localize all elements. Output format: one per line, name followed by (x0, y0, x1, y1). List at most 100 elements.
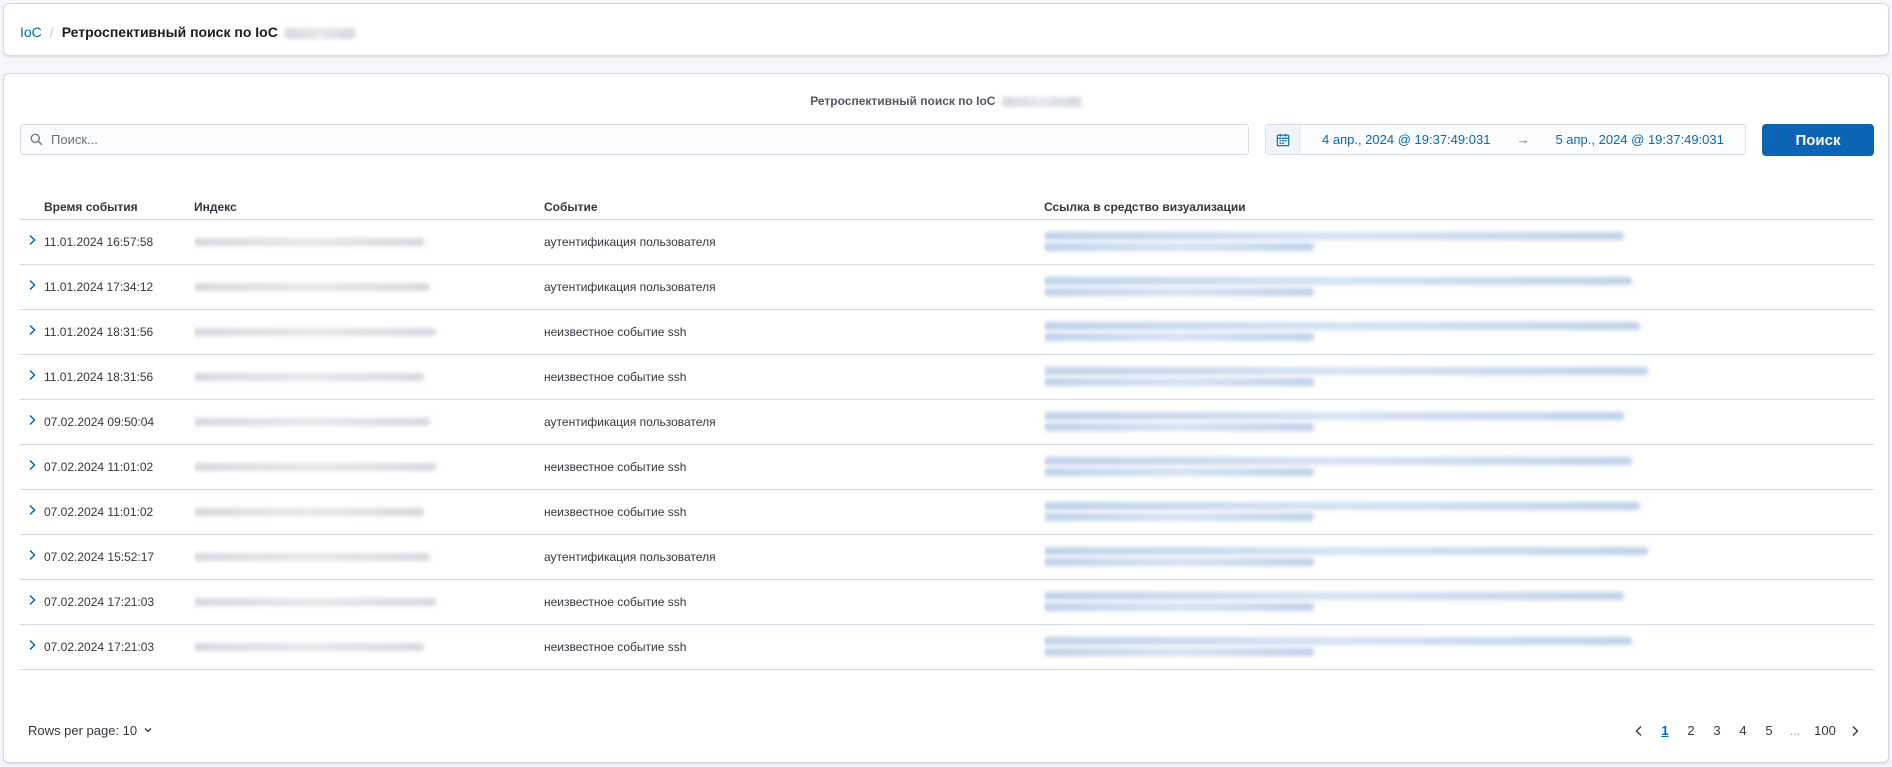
redacted-link-line (1044, 232, 1624, 240)
visualization-link[interactable] (1044, 624, 1874, 670)
event-name: аутентификация пользователя (544, 534, 1044, 580)
redacted-link-line (1044, 558, 1314, 566)
table-row[interactable]: 07.02.2024 15:52:17 аутентификация пользо… (20, 534, 1874, 580)
header-panel: IoC / Ретроспективный поиск по IoC (3, 3, 1889, 56)
expand-cell (20, 444, 44, 490)
table-row[interactable]: 07.02.2024 17:21:03 неизвестное событие s… (20, 624, 1874, 670)
chevron-left-icon[interactable] (1626, 725, 1652, 737)
chevron-right-icon[interactable] (28, 594, 36, 606)
page-title-label: Ретроспективный поиск по IoC (810, 94, 996, 108)
event-time: 07.02.2024 11:01:02 (44, 444, 194, 490)
redacted-link-line (1044, 367, 1648, 375)
expand-cell (20, 399, 44, 445)
visualization-link[interactable] (1044, 264, 1874, 310)
expand-cell (20, 354, 44, 400)
page-button[interactable]: 4 (1730, 721, 1756, 740)
page-button[interactable]: 100 (1808, 721, 1842, 740)
visualization-link[interactable] (1044, 579, 1874, 625)
table-body: 11.01.2024 16:57:58 аутентификация пользо… (20, 219, 1874, 670)
visualization-link[interactable] (1044, 399, 1874, 445)
pagination: 1 2 3 4 5... 100 (1626, 721, 1868, 740)
event-time: 07.02.2024 11:01:02 (44, 489, 194, 535)
visualization-link[interactable] (1044, 219, 1874, 265)
calendar-icon[interactable] (1266, 125, 1300, 154)
expand-cell (20, 489, 44, 535)
table-row[interactable]: 11.01.2024 16:57:58 аутентификация пользо… (20, 219, 1874, 265)
visualization-link[interactable] (1044, 489, 1874, 535)
redacted-link-line (1044, 423, 1314, 431)
event-name: аутентификация пользователя (544, 264, 1044, 310)
column-header-link[interactable]: Ссылка в средство визуализации (1044, 186, 1874, 220)
redacted-link-line (1044, 637, 1632, 645)
page-button[interactable]: 5 (1756, 721, 1782, 740)
expand-cell (20, 219, 44, 265)
table-row[interactable]: 11.01.2024 18:31:56 неизвестное событие s… (20, 309, 1874, 355)
page-button[interactable]: 2 (1678, 721, 1704, 740)
event-time: 07.02.2024 17:21:03 (44, 624, 194, 670)
rows-per-page-label: Rows per page: 10 (28, 723, 138, 738)
visualization-link[interactable] (1044, 309, 1874, 355)
event-name: неизвестное событие ssh (544, 309, 1044, 355)
table-row[interactable]: 11.01.2024 17:34:12 аутентификация пользо… (20, 264, 1874, 310)
redacted-link-line (1044, 277, 1632, 285)
rows-per-page-selector[interactable]: Rows per page: 10 (28, 723, 153, 738)
event-name: неизвестное событие ssh (544, 579, 1044, 625)
breadcrumb-current-label: Ретроспективный поиск по IoC (61, 24, 278, 40)
redacted-index (194, 598, 436, 607)
index-cell (194, 444, 544, 490)
page-button[interactable]: 1 (1652, 721, 1678, 740)
chevron-right-icon[interactable] (28, 639, 36, 651)
redacted-link-line (1044, 603, 1314, 611)
table-row[interactable]: 07.02.2024 11:01:02 неизвестное событие s… (20, 444, 1874, 490)
column-header-time[interactable]: Время события (44, 186, 194, 220)
visualization-link[interactable] (1044, 534, 1874, 580)
date-start[interactable]: 4 апр., 2024 @ 19:37:49:031 (1302, 132, 1510, 147)
search-button[interactable]: Поиск (1762, 124, 1874, 156)
redacted-link-line (1044, 288, 1314, 296)
events-table: Время события Индекс Событие Ссылка в ср… (20, 186, 1874, 670)
breadcrumb-ioc-link[interactable]: IoC (20, 24, 42, 40)
chevron-right-icon[interactable] (28, 414, 36, 426)
table-row[interactable]: 07.02.2024 11:01:02 неизвестное событие s… (20, 489, 1874, 535)
visualization-link[interactable] (1044, 354, 1874, 400)
index-cell (194, 579, 544, 625)
index-cell (194, 309, 544, 355)
table-row[interactable]: 07.02.2024 17:21:03 неизвестное событие s… (20, 579, 1874, 625)
redacted-index (194, 463, 436, 472)
redacted-link-line (1044, 378, 1314, 386)
event-time: 11.01.2024 18:31:56 (44, 309, 194, 355)
chevron-down-icon (143, 723, 153, 738)
visualization-link[interactable] (1044, 444, 1874, 490)
column-header-index[interactable]: Индекс (194, 186, 544, 220)
breadcrumb: IoC / Ретроспективный поиск по IoC (20, 24, 355, 40)
chevron-right-icon[interactable] (28, 279, 36, 291)
event-name: неизвестное событие ssh (544, 354, 1044, 400)
redacted-link-line (1044, 412, 1624, 420)
redacted-ioc-value (284, 27, 355, 39)
column-header-event[interactable]: Событие (544, 186, 1044, 220)
date-end[interactable]: 5 апр., 2024 @ 19:37:49:031 (1535, 132, 1743, 147)
page-button[interactable]: 3 (1704, 721, 1730, 740)
date-range-arrow: → (1516, 132, 1530, 147)
event-time: 11.01.2024 17:34:12 (44, 264, 194, 310)
expand-cell (20, 264, 44, 310)
redacted-link-line (1044, 547, 1648, 555)
search-input[interactable] (51, 125, 1248, 154)
redacted-index (194, 373, 424, 382)
chevron-right-icon[interactable] (28, 324, 36, 336)
search-field (20, 124, 1249, 155)
chevron-right-icon[interactable] (28, 369, 36, 381)
table-row[interactable]: 11.01.2024 18:31:56 неизвестное событие s… (20, 354, 1874, 400)
chevron-right-icon[interactable] (28, 504, 36, 516)
chevron-right-icon[interactable] (28, 549, 36, 561)
event-name: аутентификация пользователя (544, 219, 1044, 265)
event-name: аутентификация пользователя (544, 399, 1044, 445)
expand-cell (20, 534, 44, 580)
chevron-right-icon[interactable] (28, 459, 36, 471)
chevron-right-icon[interactable] (28, 234, 36, 246)
pagination-ellipsis: ... (1789, 723, 1801, 738)
redacted-link-line (1044, 648, 1314, 656)
table-row[interactable]: 07.02.2024 09:50:04 аутентификация пользо… (20, 399, 1874, 445)
redacted-index (194, 643, 424, 652)
chevron-right-icon[interactable] (1842, 725, 1868, 737)
